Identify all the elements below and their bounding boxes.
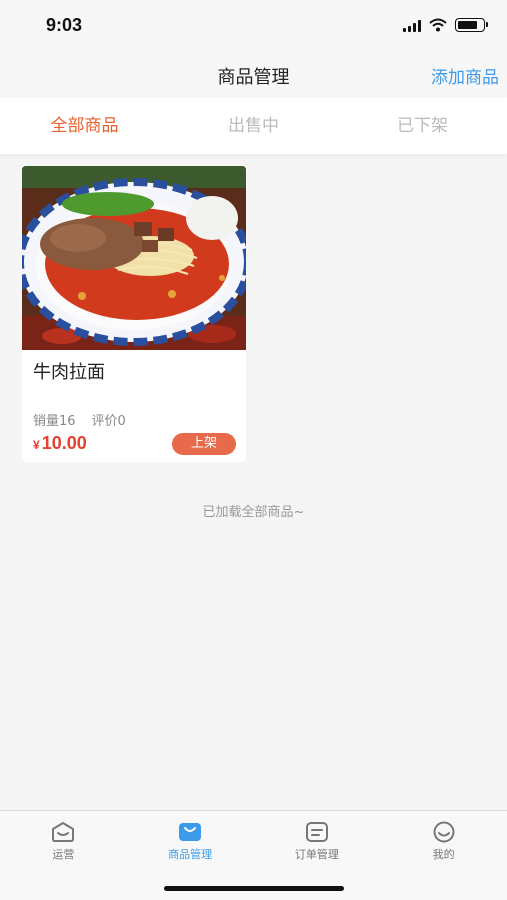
tabbar-label: 我的 — [432, 848, 455, 861]
tabbar-label: 商品管理 — [168, 848, 213, 861]
smile-icon — [433, 821, 455, 843]
product-filter-tabs: 全部商品 出售中 已下架 — [0, 98, 507, 154]
price-value: 10.00 — [41, 433, 87, 453]
order-icon — [305, 822, 328, 842]
nav-bar: 商品管理 添加商品 — [0, 52, 507, 98]
tabbar-label: 运营 — [52, 848, 75, 861]
operations-icon — [52, 822, 75, 842]
home-indicator[interactable] — [164, 886, 344, 891]
load-complete-tip: 已加载全部商品~ — [202, 505, 305, 520]
product-price: ¥10.00 — [33, 433, 87, 454]
cellular-signal-icon — [403, 19, 421, 32]
tab-all-products[interactable]: 全部商品 — [0, 98, 169, 154]
status-icons — [403, 18, 488, 32]
status-time: 9:03 — [46, 15, 83, 35]
battery-icon — [455, 18, 488, 32]
tabbar-item-operations[interactable]: 运营 — [0, 811, 127, 900]
product-card[interactable]: 牛肉拉面 销量16 评价0 ¥10.00 上架 — [22, 166, 246, 462]
sales-count: 销量16 — [33, 414, 76, 429]
review-count: 评价0 — [91, 414, 126, 429]
beef-noodle-photo — [22, 166, 246, 350]
list-product-button[interactable]: 上架 — [172, 433, 236, 455]
add-product-button[interactable]: 添加商品 — [431, 63, 499, 88]
product-stats: 销量16 评价0 — [33, 410, 126, 429]
tabbar-item-mine[interactable]: 我的 — [380, 811, 507, 900]
wifi-icon — [429, 18, 447, 32]
tab-on-sale[interactable]: 出售中 — [169, 98, 338, 154]
product-name: 牛肉拉面 — [33, 362, 105, 383]
tab-off-shelf[interactable]: 已下架 — [338, 98, 507, 154]
currency-symbol: ¥ — [33, 438, 40, 452]
bag-icon — [179, 823, 202, 841]
status-bar: 9:03 — [0, 0, 507, 52]
tabbar-label: 订单管理 — [294, 848, 339, 861]
